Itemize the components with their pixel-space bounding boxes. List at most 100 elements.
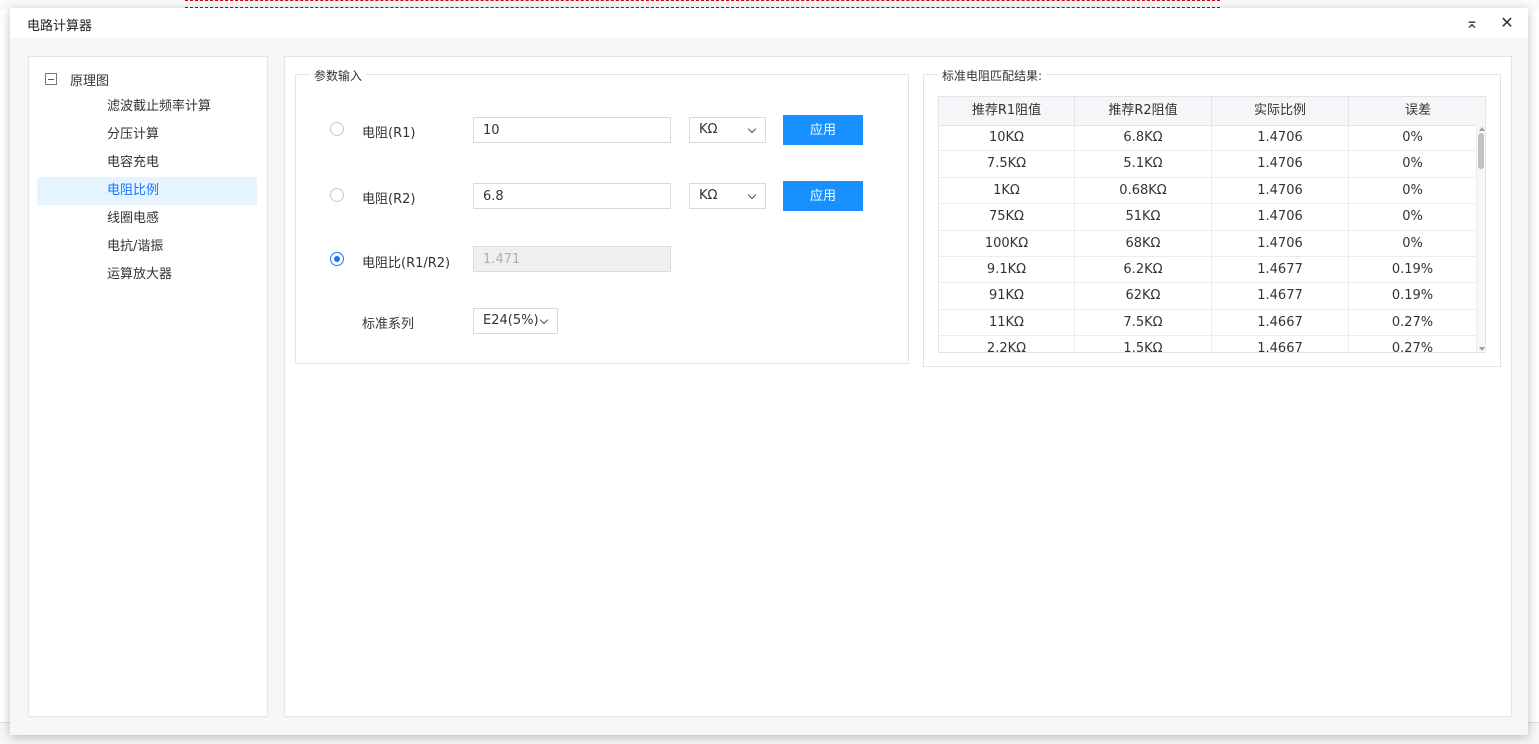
table-row[interactable]: 7.5KΩ 5.1KΩ 1.4706 0%: [939, 151, 1477, 178]
tree-item-op-amp[interactable]: 运算放大器: [37, 261, 257, 289]
tree-root-label: 原理图: [70, 73, 110, 89]
tree-item-reactance-resonance[interactable]: 电抗/谐振: [37, 233, 257, 261]
r2-apply-button[interactable]: 应用: [783, 181, 863, 211]
table-row[interactable]: 9.1KΩ 6.2KΩ 1.4677 0.19%: [939, 256, 1477, 284]
tree-item-capacitor-charge[interactable]: 电容充电: [37, 149, 257, 177]
circuit-calculator-dialog: 电路计算器 ⌅ ✕ 原理图 滤波截止频率计算 分压计算 电容充电 电阻比例 线圈…: [10, 8, 1528, 735]
cell-r1: 9.1KΩ: [939, 256, 1075, 283]
cell-r2: 7.5KΩ: [1075, 309, 1212, 336]
params-legend: 参数输入: [310, 67, 367, 84]
cell-r1: 10KΩ: [939, 125, 1075, 151]
r1-unit-select[interactable]: KΩ: [689, 117, 766, 143]
cell-r2: 0.68KΩ: [1075, 177, 1212, 204]
collapse-icon[interactable]: ⌅: [1461, 13, 1483, 33]
collapse-toggle-icon[interactable]: [45, 73, 57, 85]
dialog-title: 电路计算器: [27, 19, 93, 34]
background-canvas-border: [185, 0, 1220, 8]
dialog-titlebar: 电路计算器 ⌅ ✕: [10, 8, 1528, 38]
r1-unit-value: KΩ: [699, 122, 718, 137]
cell-r1: 100KΩ: [939, 230, 1075, 256]
tree-item-coil-inductance[interactable]: 线圈电感: [37, 205, 257, 233]
cell-ratio: 1.4667: [1212, 309, 1349, 336]
cell-error: 0.27%: [1349, 336, 1477, 352]
cell-ratio: 1.4706: [1212, 230, 1349, 256]
main-panel: 参数输入 电阻(R1) KΩ 应用 电阻(R2) KΩ 应用: [284, 56, 1512, 717]
table-row[interactable]: 100KΩ 68KΩ 1.4706 0%: [939, 230, 1477, 257]
cell-r1: 91KΩ: [939, 283, 1075, 309]
results-fieldset: 标准电阻匹配结果: 推荐R1阻值 推荐R2阻值 实际比例 误差 10KΩ 6.8…: [923, 67, 1501, 367]
ratio-label: 电阻比(R1/R2): [362, 256, 451, 271]
cell-error: 0%: [1349, 177, 1477, 204]
cell-r2: 68KΩ: [1075, 230, 1212, 256]
cell-r2: 6.8KΩ: [1075, 125, 1212, 151]
background-right-column: [1528, 10, 1539, 744]
cell-r2: 6.2KΩ: [1075, 256, 1212, 283]
r1-radio[interactable]: [330, 122, 344, 136]
table-row[interactable]: 91KΩ 62KΩ 1.4677 0.19%: [939, 283, 1477, 310]
table-scrollbar[interactable]: [1477, 125, 1485, 352]
r1-label: 电阻(R1): [362, 126, 416, 141]
cell-error: 0.19%: [1349, 283, 1477, 309]
r1-apply-button[interactable]: 应用: [783, 115, 863, 145]
column-header-r2: 推荐R2阻值: [1075, 97, 1212, 125]
r2-label: 电阻(R2): [362, 192, 416, 207]
cell-r2: 1.5KΩ: [1075, 336, 1212, 352]
tree-item-resistor-ratio[interactable]: 电阻比例: [37, 177, 257, 205]
r2-unit-value: KΩ: [699, 188, 718, 203]
cell-error: 0%: [1349, 125, 1477, 151]
table-header: 推荐R1阻值 推荐R2阻值 实际比例 误差: [939, 97, 1485, 126]
cell-error: 0.19%: [1349, 256, 1477, 283]
chevron-down-icon: [747, 124, 757, 134]
params-fieldset: 参数输入 电阻(R1) KΩ 应用 电阻(R2) KΩ 应用: [295, 67, 909, 364]
cell-ratio: 1.4706: [1212, 125, 1349, 151]
scroll-down-icon[interactable]: [1479, 347, 1485, 351]
cell-ratio: 1.4706: [1212, 177, 1349, 204]
column-header-error: 误差: [1404, 103, 1431, 118]
cell-r2: 51KΩ: [1075, 204, 1212, 230]
cell-ratio: 1.4706: [1212, 151, 1349, 177]
table-row[interactable]: 1KΩ 0.68KΩ 1.4706 0%: [939, 177, 1477, 205]
table-row[interactable]: 2.2KΩ 1.5KΩ 1.4667 0.27%: [939, 336, 1477, 352]
cell-error: 0%: [1349, 204, 1477, 230]
cell-r1: 11KΩ: [939, 309, 1075, 336]
cell-error: 0.27%: [1349, 309, 1477, 336]
series-select[interactable]: E24(5%): [473, 308, 558, 334]
results-table: 推荐R1阻值 推荐R2阻值 实际比例 误差 10KΩ 6.8KΩ 1.4706 …: [938, 96, 1486, 353]
cell-ratio: 1.4667: [1212, 336, 1349, 352]
table-body: 10KΩ 6.8KΩ 1.4706 0% 7.5KΩ 5.1KΩ 1.4706 …: [939, 125, 1477, 352]
tree-item-filter-cutoff[interactable]: 滤波截止频率计算: [37, 93, 257, 121]
r2-unit-select[interactable]: KΩ: [689, 183, 766, 209]
ratio-input: [473, 246, 671, 272]
cell-r2: 5.1KΩ: [1075, 151, 1212, 177]
r2-input[interactable]: [473, 183, 671, 209]
cell-r1: 1KΩ: [939, 177, 1075, 204]
dialog-body: 原理图 滤波截止频率计算 分压计算 电容充电 电阻比例 线圈电感 电抗/谐振 运…: [10, 38, 1528, 735]
cell-ratio: 1.4677: [1212, 256, 1349, 283]
scroll-thumb[interactable]: [1478, 133, 1484, 169]
background-left-column: [0, 10, 10, 744]
r1-input[interactable]: [473, 117, 671, 143]
ratio-radio[interactable]: [330, 252, 344, 266]
cell-ratio: 1.4706: [1212, 204, 1349, 230]
cell-ratio: 1.4677: [1212, 283, 1349, 309]
r2-radio[interactable]: [330, 188, 344, 202]
column-header-r1: 推荐R1阻值: [939, 97, 1075, 125]
scroll-up-icon[interactable]: [1479, 127, 1485, 131]
chevron-down-icon: [539, 315, 549, 325]
table-row[interactable]: 75KΩ 51KΩ 1.4706 0%: [939, 204, 1477, 231]
table-row[interactable]: 10KΩ 6.8KΩ 1.4706 0%: [939, 125, 1477, 152]
close-icon[interactable]: ✕: [1496, 13, 1518, 33]
column-header-ratio: 实际比例: [1212, 97, 1349, 125]
cell-r1: 2.2KΩ: [939, 336, 1075, 352]
tree-item-voltage-divider[interactable]: 分压计算: [37, 121, 257, 149]
chevron-down-icon: [747, 190, 757, 200]
calculator-tree: 原理图 滤波截止频率计算 分压计算 电容充电 电阻比例 线圈电感 电抗/谐振 运…: [28, 56, 268, 717]
cell-r1: 7.5KΩ: [939, 151, 1075, 177]
cell-error: 0%: [1349, 230, 1477, 256]
cell-r2: 62KΩ: [1075, 283, 1212, 309]
table-row[interactable]: 11KΩ 7.5KΩ 1.4667 0.27%: [939, 309, 1477, 337]
series-label: 标准系列: [362, 317, 415, 332]
series-value: E24(5%): [483, 313, 539, 328]
tree-root[interactable]: 原理图: [45, 69, 109, 89]
cell-error: 0%: [1349, 151, 1477, 177]
